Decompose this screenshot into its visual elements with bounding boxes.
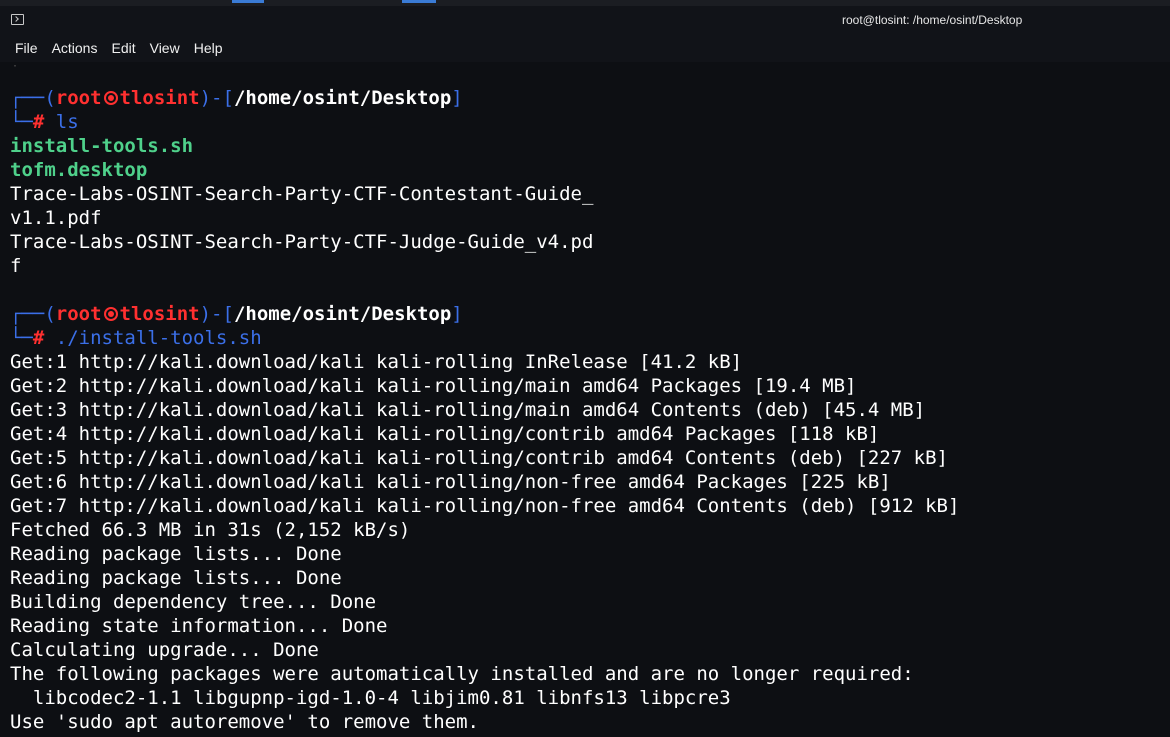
prompt-hash: # <box>32 327 45 349</box>
output-line: Reading state information... Done <box>10 615 388 637</box>
output-line: Reading package lists... Done <box>10 543 342 565</box>
command-line: └─# ./install-tools.sh <box>10 326 1160 350</box>
panel-indicator <box>402 0 436 3</box>
prompt-line: ┌──(root tlosint)-[/home/osint/Desktop] <box>10 86 1160 110</box>
title-bar[interactable]: root@tlosint: /home/osint/Desktop <box>0 6 1170 34</box>
terminal-icon <box>11 14 24 25</box>
output-line: Get:4 http://kali.download/kali kali-rol… <box>10 423 880 445</box>
output-line: Fetched 66.3 MB in 31s (2,152 kB/s) <box>10 519 411 541</box>
menu-actions[interactable]: Actions <box>52 40 98 56</box>
prompt-frame-open: ┌──( <box>10 303 56 325</box>
window-title: root@tlosint: /home/osint/Desktop <box>842 13 1023 27</box>
skull-icon <box>103 307 118 321</box>
prompt-line: ┌──(root tlosint)-[/home/osint/Desktop] <box>10 302 1160 326</box>
terminal-window: root@tlosint: /home/osint/Desktop File A… <box>0 0 1170 737</box>
output-line: tofm.desktop <box>10 159 148 181</box>
output-line: Get:2 http://kali.download/kali kali-rol… <box>10 375 857 397</box>
output-line: Trace-Labs-OSINT-Search-Party-CTF-Contes… <box>10 183 594 205</box>
menu-edit[interactable]: Edit <box>111 40 135 56</box>
output-line: Building dependency tree... Done <box>10 591 377 613</box>
prompt-frame-open: ┌──( <box>10 87 56 109</box>
menu-view[interactable]: View <box>150 40 180 56</box>
output-line: Get:1 http://kali.download/kali kali-rol… <box>10 351 743 373</box>
prompt-path: /home/osint/Desktop <box>233 87 452 109</box>
output-line: v1.1.pdf <box>10 207 102 229</box>
prompt-user: root <box>55 87 102 109</box>
output-line: The following packages were automaticall… <box>10 663 914 685</box>
prompt-path: /home/osint/Desktop <box>233 303 452 325</box>
output-line: Trace-Labs-OSINT-Search-Party-CTF-Judge-… <box>10 231 594 253</box>
prompt-corner: └─ <box>10 111 33 133</box>
prompt-host: tlosint <box>119 87 200 109</box>
prompt-corner: └─ <box>10 327 33 349</box>
menu-help[interactable]: Help <box>194 40 223 56</box>
terminal-output[interactable]: · ┌──(root tlosint)-[/home/osint/Desktop]… <box>10 62 1160 734</box>
output-line: install-tools.sh <box>10 135 194 157</box>
prompt-user: root <box>55 303 102 325</box>
output-line: libcodec2-1.1 libgupnp-igd-1.0-4 libjim0… <box>10 687 731 709</box>
scrollback-marker: · <box>12 61 19 72</box>
prompt-frame-mid: )-[ <box>199 303 234 325</box>
prompt-host: tlosint <box>119 303 200 325</box>
command-line: └─# ls <box>10 110 1160 134</box>
menu-file[interactable]: File <box>15 40 38 56</box>
prompt-frame-mid: )-[ <box>199 87 234 109</box>
output-line: Use 'sudo apt autoremove' to remove them… <box>10 711 479 733</box>
output-line: Calculating upgrade... Done <box>10 639 319 661</box>
skull-icon <box>103 91 118 105</box>
output-line: f <box>10 255 22 277</box>
prompt-hash: # <box>32 111 45 133</box>
prompt-frame-close: ] <box>451 303 463 325</box>
output-line: Get:7 http://kali.download/kali kali-rol… <box>10 495 960 517</box>
output-line: Get:5 http://kali.download/kali kali-rol… <box>10 447 948 469</box>
prompt-frame-close: ] <box>451 87 463 109</box>
output-line: Get:6 http://kali.download/kali kali-rol… <box>10 471 891 493</box>
output-line: Get:3 http://kali.download/kali kali-rol… <box>10 399 926 421</box>
menu-bar: File Actions Edit View Help <box>0 34 1170 62</box>
panel-indicator <box>232 0 264 3</box>
output-line: Reading package lists... Done <box>10 567 342 589</box>
command-text: ./install-tools.sh <box>44 327 262 349</box>
command-text: ls <box>44 111 79 133</box>
